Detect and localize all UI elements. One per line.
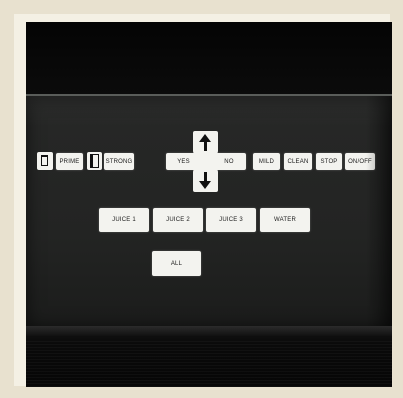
machine-photo: PRIME STRONG YES NO MILD CLEAN STOP ON/O…	[26, 22, 392, 387]
touch-screen: PRIME STRONG YES NO MILD CLEAN STOP ON/O…	[26, 94, 392, 328]
down-arrow-button[interactable]	[193, 170, 218, 192]
screen-edge-shadow	[366, 96, 392, 328]
machine-base	[26, 326, 392, 387]
stop-button[interactable]: STOP	[316, 153, 342, 170]
up-arrow-button[interactable]	[193, 131, 218, 153]
base-texture	[26, 340, 392, 387]
small-cup-icon	[41, 155, 48, 166]
strong-button[interactable]: STRONG	[104, 153, 134, 170]
large-cup-icon	[90, 154, 99, 168]
juice1-button[interactable]: JUICE 1	[99, 208, 149, 232]
clean-button[interactable]: CLEAN	[284, 153, 312, 170]
prime-button[interactable]: PRIME	[56, 153, 83, 170]
screen-glare	[26, 96, 392, 126]
base-lip	[26, 326, 392, 336]
top-bezel	[26, 22, 392, 94]
small-cup-button[interactable]	[37, 152, 53, 170]
juice3-button[interactable]: JUICE 3	[206, 208, 256, 232]
mild-button[interactable]: MILD	[253, 153, 280, 170]
large-cup-button[interactable]	[87, 152, 102, 170]
water-button[interactable]: WATER	[260, 208, 310, 232]
all-button[interactable]: ALL	[152, 251, 201, 276]
arrow-pad-center	[193, 152, 218, 171]
juice2-button[interactable]: JUICE 2	[153, 208, 203, 232]
